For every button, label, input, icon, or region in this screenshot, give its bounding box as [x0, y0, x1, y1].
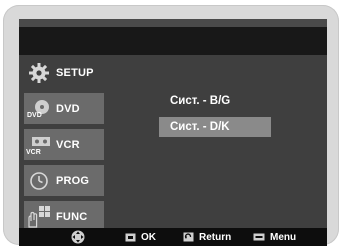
sidebar-item-setup[interactable]: SETUP: [24, 57, 104, 88]
enter-icon: [125, 233, 136, 242]
header-bar: [19, 27, 327, 55]
return-hint: Return: [183, 228, 231, 246]
navigate-hint: [71, 228, 90, 246]
clock-icon: [24, 165, 54, 196]
ok-label: OK: [141, 231, 156, 243]
dvd-icon: DVD: [24, 93, 54, 124]
vcr-icon-text: VCR: [26, 149, 41, 156]
dpad-icon: [71, 230, 85, 244]
dvd-icon-text: DVD: [27, 112, 42, 119]
sidebar-item-vcr[interactable]: VCR VCR: [24, 129, 104, 160]
vcr-icon: VCR: [24, 129, 54, 160]
ok-hint: OK: [125, 228, 156, 246]
gear-icon: [24, 57, 54, 88]
sidebar-item-dvd[interactable]: DVD DVD: [24, 93, 104, 124]
menu-label: Menu: [270, 231, 297, 243]
return-icon: [183, 232, 194, 242]
option-list: Сист. - B/G Сист. - D/K: [159, 91, 319, 143]
sidebar-item-label: SETUP: [56, 66, 94, 79]
top-strip: [19, 19, 327, 27]
menu-icon: [253, 233, 265, 241]
sidebar: SETUP DVD DVD VCR VCR PROG FUNC: [24, 57, 104, 237]
return-label: Return: [199, 231, 232, 243]
menu-hint: Menu: [253, 228, 296, 246]
option-bg[interactable]: Сист. - B/G: [159, 91, 271, 111]
option-dk-selected[interactable]: Сист. - D/K: [159, 117, 271, 137]
sidebar-item-label: PROG: [56, 174, 90, 187]
osd-screen: SETUP DVD DVD VCR VCR PROG FUNC Сист. - …: [19, 19, 327, 246]
sidebar-item-label: FUNC: [56, 210, 88, 223]
footer-bar: OK Return Menu: [19, 228, 327, 246]
screen-frame: SETUP DVD DVD VCR VCR PROG FUNC Сист. - …: [3, 5, 339, 246]
sidebar-item-label: DVD: [56, 102, 80, 115]
sidebar-item-label: VCR: [56, 138, 80, 151]
sidebar-item-prog[interactable]: PROG: [24, 165, 104, 196]
